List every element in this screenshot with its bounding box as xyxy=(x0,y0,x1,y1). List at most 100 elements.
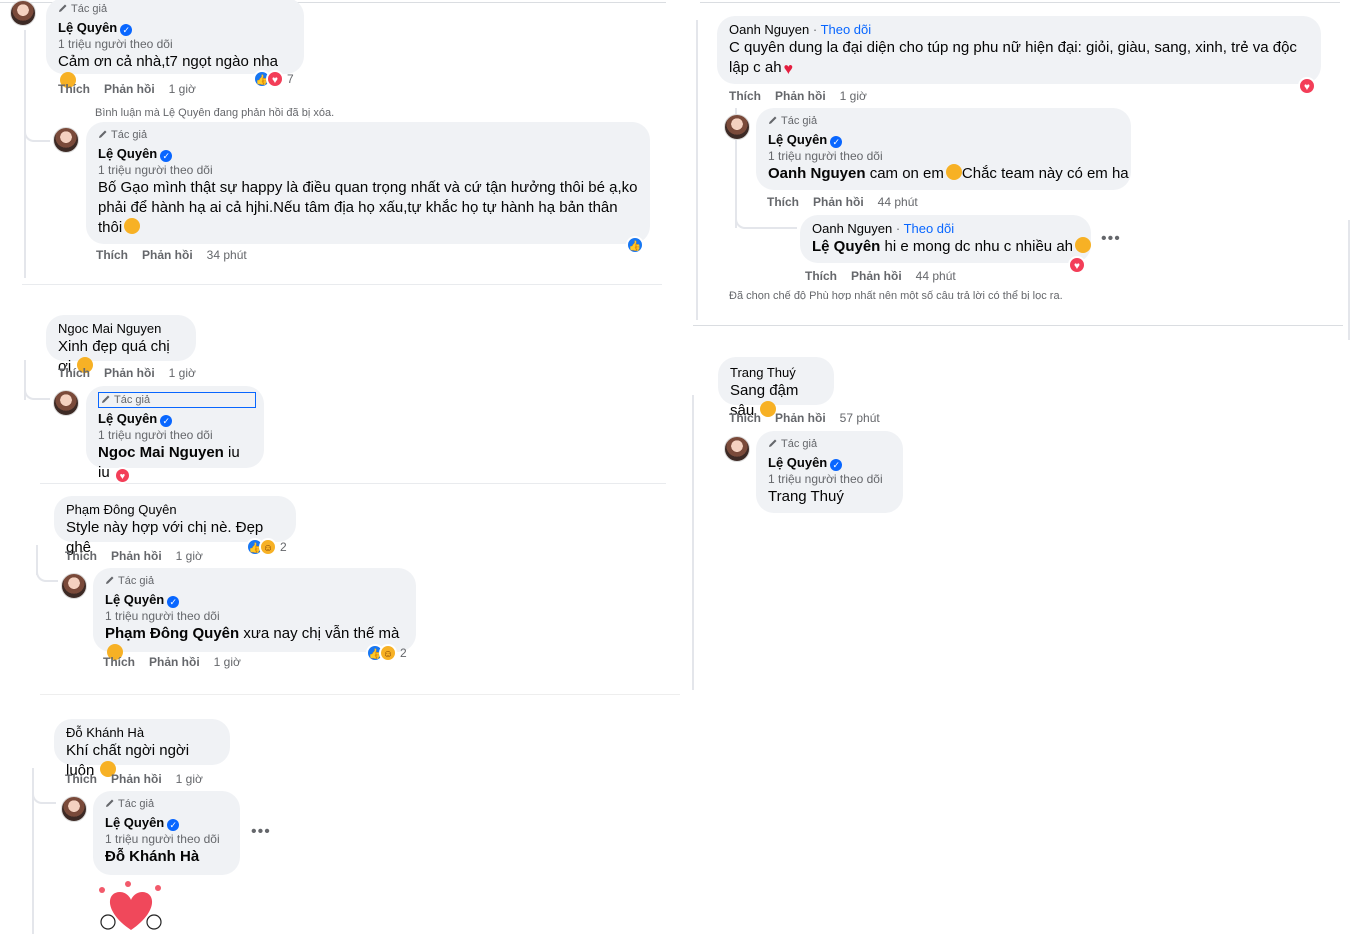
reply-button[interactable]: Phản hồi xyxy=(142,248,193,262)
avatar[interactable] xyxy=(724,436,750,462)
reply-text: Bố Gạo mình thật sự happy là điều quan t… xyxy=(98,178,638,238)
reply-button[interactable]: Phản hồi xyxy=(149,655,200,669)
reply-bubble: Tác giả Lệ Quyên ✓ 1 triệu người theo dõi… xyxy=(93,568,416,660)
commenter-name[interactable]: Lệ Quyên ✓ xyxy=(98,411,252,427)
commenter-name[interactable]: Lệ Quyên ✓ xyxy=(105,592,404,608)
avatar[interactable] xyxy=(724,114,750,140)
commenter-name[interactable]: Lệ Quyên ✓ xyxy=(58,20,292,36)
comment-timestamp[interactable]: 1 giờ xyxy=(176,772,203,786)
like-button[interactable]: Thích xyxy=(65,772,97,786)
scrollbar-track[interactable] xyxy=(1348,220,1350,340)
reaction-summary[interactable]: 👍 xyxy=(626,236,644,254)
reaction-summary[interactable]: 👍 ☺ 2 xyxy=(366,644,407,662)
love-reaction-icon: ♥ xyxy=(1068,256,1086,274)
reaction-summary[interactable]: ♥ xyxy=(1068,256,1086,274)
reply-button[interactable]: Phản hồi xyxy=(775,89,826,103)
verified-badge-icon: ✓ xyxy=(167,819,180,831)
commenter-name[interactable]: Oanh Nguyen · Theo dõi xyxy=(729,22,1309,38)
more-options-icon[interactable]: ••• xyxy=(251,823,271,841)
pencil-icon xyxy=(99,130,107,138)
comment-timestamp[interactable]: 57 phút xyxy=(840,411,880,425)
reply-timestamp[interactable]: 1 giờ xyxy=(214,655,241,669)
reply-timestamp[interactable]: 44 phút xyxy=(916,269,956,283)
commenter-name-label[interactable]: Lệ Quyên xyxy=(98,146,157,161)
like-button[interactable]: Thích xyxy=(96,248,128,262)
commenter-name[interactable]: Lệ Quyên ✓ xyxy=(105,815,228,831)
avatar[interactable] xyxy=(53,127,79,153)
reply-timestamp[interactable]: 34 phút xyxy=(207,248,247,262)
reply-text: Đỗ Khánh Hà xyxy=(105,847,228,867)
commenter-name[interactable]: Đỗ Khánh Hà xyxy=(66,725,218,741)
author-tag-label: Tác giả xyxy=(71,3,108,15)
pencil-icon xyxy=(59,4,67,12)
like-button[interactable]: Thích xyxy=(103,655,135,669)
commenter-name-label[interactable]: Lệ Quyên xyxy=(105,592,164,607)
commenter-name-label[interactable]: Oanh Nguyen xyxy=(812,221,892,236)
commenter-name-label[interactable]: Oanh Nguyen xyxy=(729,22,809,37)
reply-button[interactable]: Phản hồi xyxy=(111,772,162,786)
commenter-name-label[interactable]: Lệ Quyên xyxy=(98,411,157,426)
commenter-name[interactable]: Ngoc Mai Nguyen xyxy=(58,321,184,337)
commenter-name[interactable]: Lệ Quyên ✓ xyxy=(98,146,638,162)
reply-actions: Thích Phản hồi 44 phút xyxy=(805,269,970,283)
like-button[interactable]: Thích xyxy=(729,411,761,425)
thread-line xyxy=(692,395,694,690)
commenter-name-label[interactable]: Lệ Quyên xyxy=(768,132,827,147)
reply-text-body: xưa nay chị vẫn thế mà xyxy=(243,625,400,642)
reply-button[interactable]: Phản hồi xyxy=(851,269,902,283)
comment-bubble: Phạm Đông Quyên Style này hợp với chị nè… xyxy=(54,496,296,556)
mention-link[interactable]: Oanh Nguyen xyxy=(768,165,866,182)
like-button[interactable]: Thích xyxy=(65,549,97,563)
comment-timestamp[interactable]: 1 giờ xyxy=(169,366,196,380)
comment-actions: Thích Phản hồi 1 giờ xyxy=(65,772,217,786)
mention-link[interactable]: Trang Thuý xyxy=(768,488,844,505)
like-button[interactable]: Thích xyxy=(58,366,90,380)
avatar[interactable] xyxy=(61,573,87,599)
like-button[interactable]: Thích xyxy=(805,269,837,283)
avatar[interactable] xyxy=(61,796,87,822)
comment-bubble: Oanh Nguyen · Theo dõi C quyên dung la đ… xyxy=(717,16,1321,84)
author-tag: Tác giả xyxy=(58,2,292,16)
mention-link[interactable]: Ngoc Mai Nguyen xyxy=(98,444,224,461)
follow-link[interactable]: Theo dõi xyxy=(904,221,955,236)
mention-link[interactable]: Lệ Quyên xyxy=(812,238,880,255)
commenter-name[interactable]: Trang Thuý xyxy=(730,365,822,381)
comment-timestamp[interactable]: 1 giờ xyxy=(169,82,196,96)
mention-link[interactable]: Đỗ Khánh Hà xyxy=(105,848,199,865)
comment-timestamp[interactable]: 1 giờ xyxy=(176,549,203,563)
avatar[interactable] xyxy=(53,390,79,416)
reaction-summary[interactable]: 👍 ☺ 2 xyxy=(246,538,287,556)
follow-link[interactable]: Theo dõi xyxy=(821,22,872,37)
commenter-name-label[interactable]: Lệ Quyên xyxy=(58,20,117,35)
author-tag-label: Tác giả xyxy=(781,115,818,127)
mention-link[interactable]: Phạm Đông Quyên xyxy=(105,625,239,642)
like-button[interactable]: Thích xyxy=(58,82,90,96)
filter-notice-text: Đã chọn chế độ Phù hợp nhất nên một số c… xyxy=(729,290,1063,300)
author-tag-label: Tác giả xyxy=(114,394,151,406)
commenter-name[interactable]: Oanh Nguyen · Theo dõi xyxy=(812,221,1079,237)
reaction-summary[interactable]: 👍 ♥ 7 xyxy=(253,70,294,88)
comment-timestamp[interactable]: 1 giờ xyxy=(840,89,867,103)
verified-badge-icon: ✓ xyxy=(830,459,843,471)
more-options-icon[interactable]: ••• xyxy=(1101,230,1121,248)
reply-button[interactable]: Phản hồi xyxy=(111,549,162,563)
commenter-name[interactable]: Lệ Quyên ✓ xyxy=(768,455,891,471)
commenter-name[interactable]: Lệ Quyên ✓ xyxy=(768,132,1119,148)
author-tag: Tác giả xyxy=(98,392,256,408)
like-button[interactable]: Thích xyxy=(729,89,761,103)
commenter-name-label[interactable]: Lệ Quyên xyxy=(105,815,164,830)
reply-button[interactable]: Phản hồi xyxy=(813,195,864,209)
author-tag: Tác giả xyxy=(105,797,228,811)
reply-text: Oanh Nguyen cam on em Chắc team này có em… xyxy=(768,164,1129,184)
reply-button[interactable]: Phản hồi xyxy=(104,82,155,96)
reply-button[interactable]: Phản hồi xyxy=(104,366,155,380)
pencil-icon xyxy=(769,439,777,447)
commenter-name-label[interactable]: Lệ Quyên xyxy=(768,455,827,470)
reaction-summary[interactable]: ♥ xyxy=(1298,77,1316,95)
comment-actions: Thích Phản hồi 1 giờ xyxy=(58,366,210,380)
avatar[interactable] xyxy=(10,0,36,26)
reply-timestamp[interactable]: 44 phút xyxy=(878,195,918,209)
reply-button[interactable]: Phản hồi xyxy=(775,411,826,425)
commenter-name[interactable]: Phạm Đông Quyên xyxy=(66,502,284,518)
reaction-count: 7 xyxy=(287,72,294,86)
